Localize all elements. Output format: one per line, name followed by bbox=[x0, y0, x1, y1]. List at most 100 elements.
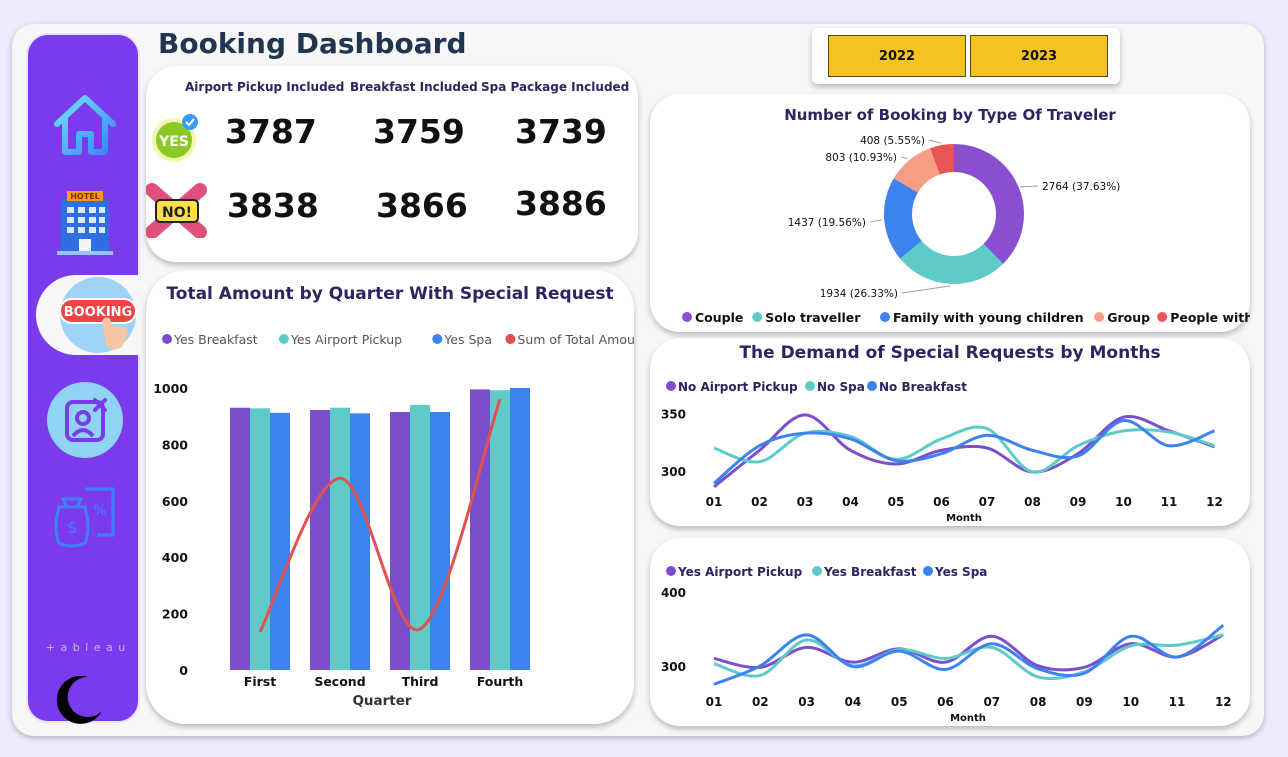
legend-label: Couple bbox=[695, 310, 743, 325]
donut-slice[interactable] bbox=[954, 144, 1024, 264]
legend-dot bbox=[162, 334, 172, 344]
x-tick-label: 06 bbox=[933, 495, 950, 509]
no-badge-icon: NO! bbox=[146, 183, 207, 238]
hotel-icon: HOTEL bbox=[57, 191, 113, 255]
legend-dot bbox=[682, 312, 692, 322]
legend-dot bbox=[278, 334, 289, 344]
legend-label: Yes Airport Pickup bbox=[290, 332, 402, 347]
kpi-yes-airport: 3787 bbox=[225, 112, 317, 151]
y-tick-label: 600 bbox=[162, 494, 188, 509]
legend-dot bbox=[805, 381, 815, 391]
y-tick-label: 400 bbox=[162, 550, 188, 565]
nav-revenue[interactable]: $ % bbox=[28, 475, 142, 555]
legend-dot bbox=[752, 312, 763, 322]
y-tick-label: 200 bbox=[162, 607, 188, 622]
x-tick-label: 05 bbox=[888, 495, 905, 509]
x-tick-label: 08 bbox=[1030, 695, 1047, 709]
bar[interactable] bbox=[430, 411, 450, 670]
demand-yes-line-chart: Yes Airport Pickup Yes Breakfast Yes Spa 30… bbox=[661, 565, 1232, 724]
x-tick-label: 01 bbox=[706, 495, 723, 509]
legend-dot bbox=[812, 566, 822, 576]
legend-label: People with friends bbox=[1170, 310, 1250, 325]
leader-line bbox=[928, 139, 942, 144]
legend-label: Yes Breakfast bbox=[823, 565, 917, 579]
kpi-yes-spa: 3739 bbox=[515, 112, 607, 151]
slice-label: 803 (10.93%) bbox=[825, 152, 897, 164]
demand-no-line-chart: No Airport Pickup No Spa No Breakfast 300 35… bbox=[661, 380, 1223, 524]
kpi-header-breakfast: Breakfast Included bbox=[350, 80, 478, 94]
booking-icon: BOOKING bbox=[59, 277, 137, 353]
bar[interactable] bbox=[350, 413, 370, 670]
legend-dot bbox=[880, 312, 890, 322]
x-tick-label: 07 bbox=[979, 495, 996, 509]
home-icon bbox=[54, 95, 116, 155]
legend-dot bbox=[867, 381, 877, 391]
x-tick-label: 07 bbox=[983, 695, 1000, 709]
nav-cancellation[interactable] bbox=[28, 380, 142, 460]
bar[interactable] bbox=[230, 407, 250, 670]
kpi-no-breakfast: 3866 bbox=[376, 186, 468, 225]
legend-label: No Spa bbox=[817, 380, 865, 394]
x-tick-label: Second bbox=[314, 674, 365, 689]
booking-label: BOOKING bbox=[64, 305, 132, 320]
kpi-header-spa: Spa Package Included bbox=[481, 80, 630, 94]
bar[interactable] bbox=[470, 389, 490, 670]
legend-label: Sum of Total Amount bbox=[517, 332, 634, 347]
bar[interactable] bbox=[310, 409, 330, 670]
y-tick-label: 400 bbox=[661, 586, 686, 600]
bar[interactable] bbox=[490, 390, 510, 670]
x-tick-label: 04 bbox=[845, 695, 862, 709]
legend-label: Group bbox=[1107, 310, 1150, 325]
year-button-2023[interactable]: 2023 bbox=[970, 35, 1108, 77]
y-tick-label: 300 bbox=[661, 660, 686, 674]
slice-label: 1437 (19.56%) bbox=[788, 217, 866, 229]
leader-line bbox=[901, 285, 951, 294]
theme-toggle[interactable] bbox=[52, 671, 106, 729]
year-button-2022[interactable]: 2022 bbox=[828, 35, 966, 77]
slice-label: 408 (5.55%) bbox=[860, 135, 925, 147]
x-tick-label: First bbox=[244, 674, 276, 689]
legend-label: Yes Spa bbox=[934, 565, 987, 579]
x-tick-label: 11 bbox=[1161, 495, 1178, 509]
x-tick-label: Fourth bbox=[477, 674, 524, 689]
legend-label: Family with young children bbox=[893, 310, 1084, 325]
total-amount-line[interactable] bbox=[258, 398, 502, 633]
yes-badge-icon: YES bbox=[152, 114, 198, 162]
y-tick-label: 300 bbox=[661, 465, 686, 479]
legend-label: Yes Breakfast bbox=[173, 332, 258, 347]
bar[interactable] bbox=[510, 388, 530, 670]
kpi-no-airport: 3838 bbox=[227, 186, 319, 225]
x-tick-label: 10 bbox=[1122, 695, 1139, 709]
bar[interactable] bbox=[270, 412, 290, 670]
kpi-header-airport: Airport Pickup Included bbox=[185, 80, 345, 94]
bar[interactable] bbox=[330, 407, 350, 670]
svg-text:$: $ bbox=[67, 518, 77, 537]
bar[interactable] bbox=[390, 411, 410, 670]
x-tick-label: 04 bbox=[842, 495, 859, 509]
leader-line bbox=[869, 219, 883, 223]
svg-text:%: % bbox=[93, 503, 106, 519]
x-tick-label: 12 bbox=[1206, 495, 1223, 509]
x-tick-label: 02 bbox=[752, 695, 769, 709]
quarter-bar-chart: Yes Breakfast Yes Airport Pickup Yes Spa Su… bbox=[153, 332, 634, 709]
x-axis-title: Month bbox=[946, 513, 982, 524]
x-tick-label: 11 bbox=[1169, 695, 1186, 709]
legend-dot bbox=[505, 334, 516, 344]
leader-line bbox=[1020, 185, 1039, 188]
x-axis-title: Quarter bbox=[352, 693, 411, 709]
x-tick-label: 08 bbox=[1024, 495, 1041, 509]
moon-icon bbox=[56, 675, 102, 724]
x-tick-label: 06 bbox=[937, 695, 954, 709]
svg-text:NO!: NO! bbox=[162, 205, 192, 221]
x-tick-label: 09 bbox=[1070, 495, 1087, 509]
x-tick-label: Third bbox=[402, 674, 439, 689]
y-tick-label: 350 bbox=[661, 408, 686, 422]
leader-line bbox=[900, 156, 909, 160]
legend-dot bbox=[432, 334, 443, 344]
svg-text:HOTEL: HOTEL bbox=[70, 192, 100, 201]
nav-home[interactable] bbox=[28, 85, 142, 165]
y-tick-label: 0 bbox=[179, 663, 188, 678]
legend-dot bbox=[1157, 312, 1168, 322]
nav-hotel[interactable]: HOTEL bbox=[28, 180, 142, 260]
legend-label: No Airport Pickup bbox=[678, 380, 798, 394]
